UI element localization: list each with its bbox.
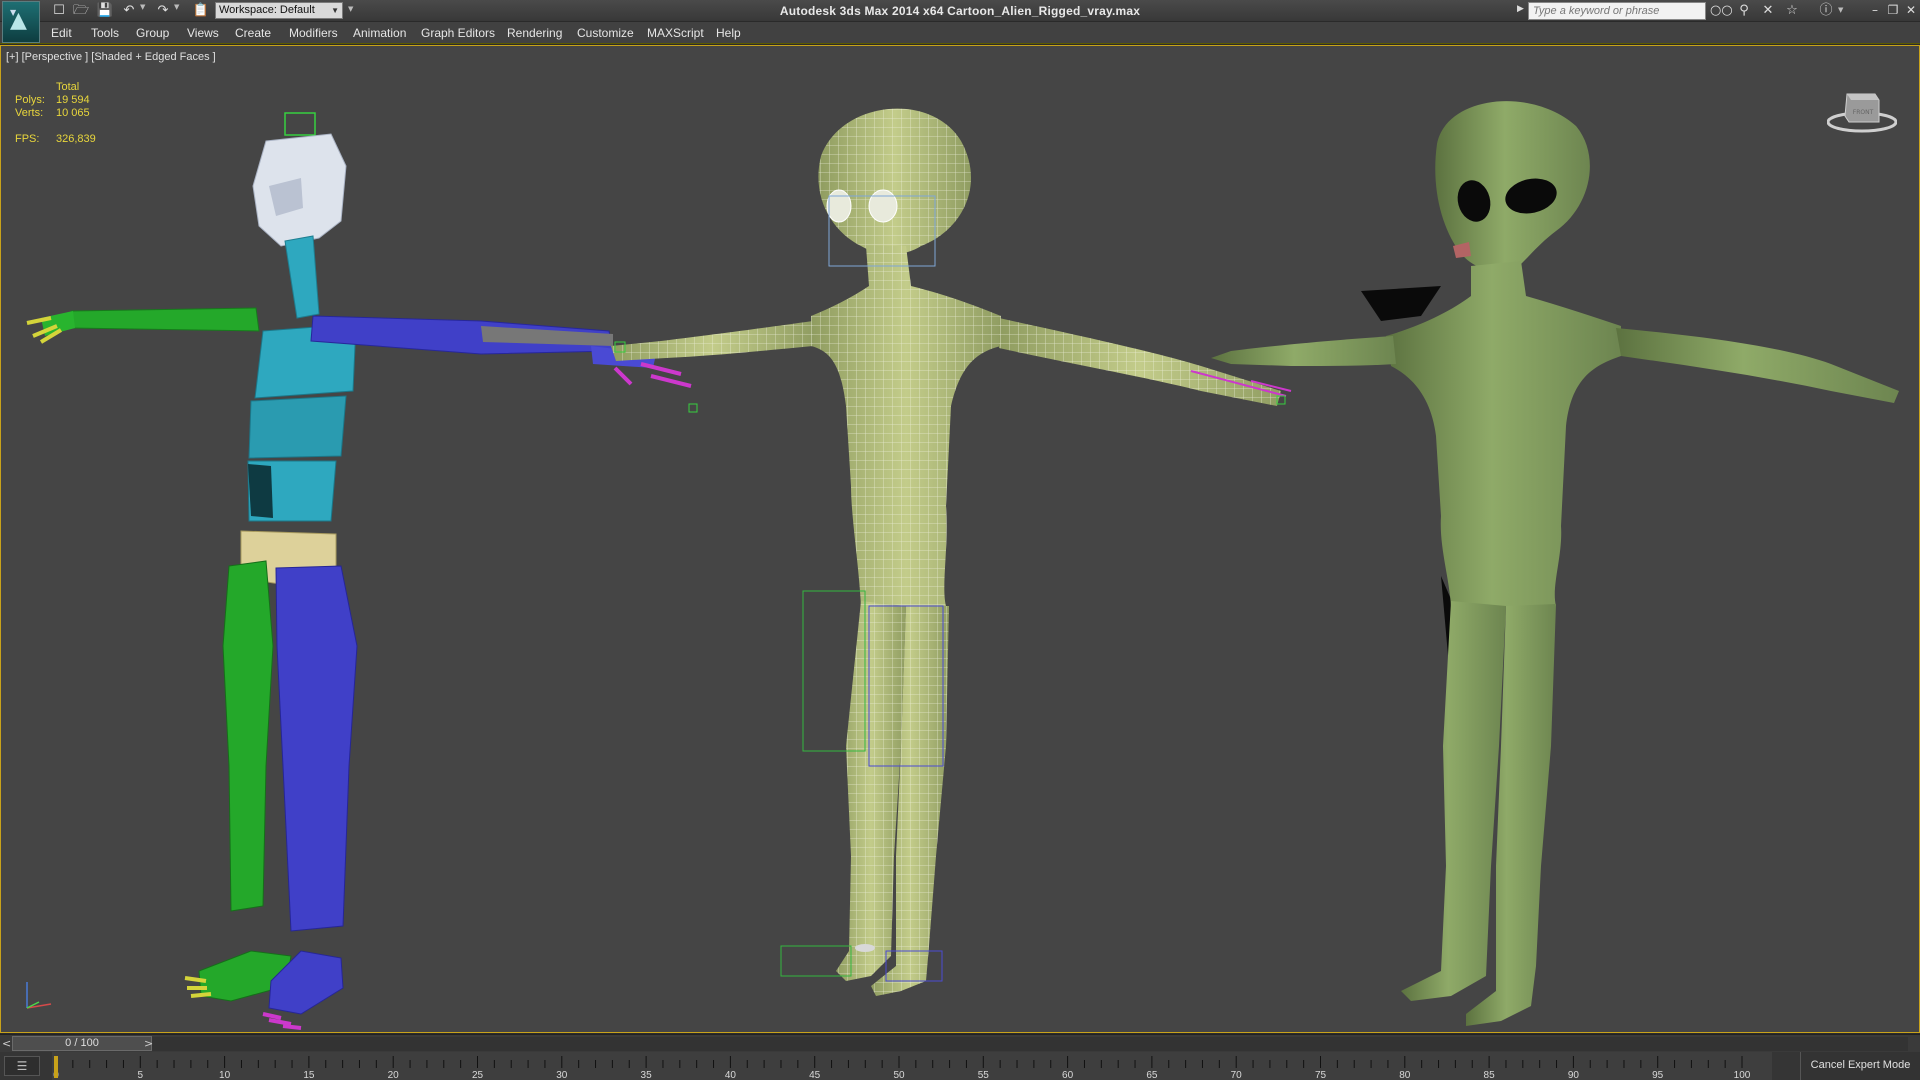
time-prev-button[interactable]: < bbox=[2, 1037, 11, 1050]
mini-curve-editor-icon[interactable]: ☰ bbox=[4, 1056, 40, 1076]
biped-spine-2 bbox=[248, 395, 347, 459]
title-bar: ▲ ▼ ☐ 🗁 💾 ↶ ▼ ↷ ▼ 📋 Workspace: Default ▼… bbox=[0, 0, 1920, 43]
wire-arm-mesh bbox=[611, 321, 813, 361]
ruler-tick-label: 95 bbox=[1652, 1070, 1664, 1080]
ruler-tick-label: 30 bbox=[556, 1070, 568, 1080]
menu-bar: Edit Tools Group Views Create Modifiers … bbox=[0, 22, 1920, 44]
biped-right-arm bbox=[70, 307, 260, 332]
alien-right-arm bbox=[1211, 336, 1396, 366]
viewcube[interactable]: FRONT bbox=[1827, 84, 1897, 134]
menu-animation[interactable]: Animation bbox=[353, 26, 406, 40]
ruler-tick-label: 5 bbox=[138, 1070, 144, 1080]
viewcube-top bbox=[1847, 94, 1879, 100]
key-icon[interactable]: ⚲ bbox=[1734, 2, 1754, 20]
stats-fps-label: FPS: bbox=[15, 133, 40, 145]
minimize-icon[interactable]: – bbox=[1868, 2, 1882, 18]
wire-foot-dot bbox=[855, 944, 875, 952]
ruler-tick-label: 15 bbox=[303, 1070, 315, 1080]
restore-icon[interactable]: ❐ bbox=[1886, 2, 1900, 18]
track-ruler[interactable]: 0510152025303540455055606570758085909510… bbox=[52, 1052, 1772, 1080]
menu-help[interactable]: Help bbox=[716, 26, 741, 40]
menu-rendering[interactable]: Rendering bbox=[507, 26, 562, 40]
biped-left-leg bbox=[275, 565, 358, 932]
shaded-alien[interactable] bbox=[1211, 101, 1899, 1026]
axis-tripod bbox=[26, 982, 52, 1009]
biped-right-leg bbox=[222, 560, 274, 912]
ruler-tick-label: 10 bbox=[219, 1070, 231, 1080]
ruler-tick-label: 100 bbox=[1734, 1070, 1751, 1080]
biped-neck bbox=[284, 235, 320, 319]
ruler-tick-label: 65 bbox=[1146, 1070, 1158, 1080]
time-slider-thumb[interactable]: 0 / 100 bbox=[12, 1036, 152, 1051]
wireframe-alien[interactable] bbox=[611, 108, 1292, 996]
ruler-tick-label: 25 bbox=[472, 1070, 484, 1080]
biped-left-fingers bbox=[613, 362, 692, 388]
chevron-down-icon: ▼ bbox=[10, 8, 17, 17]
stats-polys-value: 19 594 bbox=[56, 94, 90, 106]
ruler-tick-label: 45 bbox=[809, 1070, 821, 1080]
time-slider-track[interactable] bbox=[12, 1037, 1908, 1051]
current-frame-marker[interactable] bbox=[54, 1056, 58, 1078]
menu-graph-editors[interactable]: Graph Editors bbox=[421, 26, 495, 40]
spine-shadow bbox=[248, 464, 273, 518]
ruler-tick-label: 35 bbox=[641, 1070, 653, 1080]
menu-tools[interactable]: Tools bbox=[91, 26, 119, 40]
stats-total-label: Total bbox=[56, 81, 80, 93]
finger-nub bbox=[688, 403, 698, 413]
close-icon[interactable]: ✕ bbox=[1904, 2, 1918, 18]
biped-rig[interactable] bbox=[26, 112, 698, 1030]
stats-verts-value: 10 065 bbox=[56, 107, 90, 119]
search-input[interactable]: Type a keyword or phrase bbox=[1528, 2, 1706, 20]
alien-left-arm bbox=[1616, 328, 1899, 403]
viewcube-face-label: FRONT bbox=[1853, 109, 1874, 116]
menu-customize[interactable]: Customize bbox=[577, 26, 634, 40]
time-next-button[interactable]: > bbox=[144, 1037, 153, 1050]
ruler-tick-label: 40 bbox=[725, 1070, 737, 1080]
ruler-tick-label: 90 bbox=[1568, 1070, 1580, 1080]
menu-modifiers[interactable]: Modifiers bbox=[289, 26, 338, 40]
wire-leg-mesh bbox=[836, 601, 906, 981]
scene-canvas bbox=[26, 101, 1899, 1030]
wire-head-mesh bbox=[818, 108, 972, 255]
ruler-tick-label: 50 bbox=[893, 1070, 905, 1080]
stats-verts-label: Verts: bbox=[15, 107, 44, 119]
menu-maxscript[interactable]: MAXScript bbox=[647, 26, 704, 40]
expand-search-icon[interactable]: ▶ bbox=[1517, 4, 1524, 14]
stats-polys-label: Polys: bbox=[15, 94, 45, 106]
ruler-tick-label: 55 bbox=[978, 1070, 990, 1080]
time-slider[interactable]: < 0 / 100 > bbox=[0, 1034, 1920, 1052]
stats-fps-value: 326,839 bbox=[56, 133, 96, 145]
wire-torso-mesh bbox=[811, 246, 1001, 606]
menu-create[interactable]: Create bbox=[235, 26, 271, 40]
help-dropdown-icon[interactable]: ▼ bbox=[1838, 6, 1843, 14]
app-menu-button[interactable]: ▲ ▼ bbox=[2, 1, 40, 43]
ruler-tick-label: 85 bbox=[1484, 1070, 1496, 1080]
menu-views[interactable]: Views bbox=[187, 26, 219, 40]
ruler-tick-label: 70 bbox=[1231, 1070, 1243, 1080]
ruler-tick-label: 80 bbox=[1399, 1070, 1411, 1080]
menu-group[interactable]: Group bbox=[136, 26, 169, 40]
ruler-tick-label: 20 bbox=[388, 1070, 400, 1080]
exchange-icon[interactable]: ✕ bbox=[1758, 2, 1778, 20]
wire-eye-left bbox=[868, 189, 898, 223]
ruler-tick-label: 60 bbox=[1062, 1070, 1074, 1080]
star-icon[interactable]: ☆ bbox=[1782, 2, 1802, 20]
help-icon[interactable]: ⓘ bbox=[1816, 2, 1836, 20]
viewport-label[interactable]: [+] [Perspective ] [Shaded + Edged Faces… bbox=[6, 51, 216, 63]
arm-shadow bbox=[1361, 286, 1441, 321]
perspective-viewport[interactable]: [+] [Perspective ] [Shaded + Edged Faces… bbox=[0, 45, 1920, 1033]
wire-eye-right bbox=[826, 189, 852, 223]
head-nub bbox=[284, 112, 316, 136]
binoculars-icon[interactable]: ○○ bbox=[1710, 2, 1733, 20]
biped-left-toes bbox=[262, 1012, 302, 1030]
alien-right-leg bbox=[1401, 601, 1506, 1001]
cancel-expert-mode-button[interactable]: Cancel Expert Mode bbox=[1800, 1052, 1920, 1080]
menu-edit[interactable]: Edit bbox=[51, 26, 72, 40]
ruler-tick-label: 75 bbox=[1315, 1070, 1327, 1080]
track-bar: ☰ 05101520253035404550556065707580859095… bbox=[0, 1052, 1920, 1080]
